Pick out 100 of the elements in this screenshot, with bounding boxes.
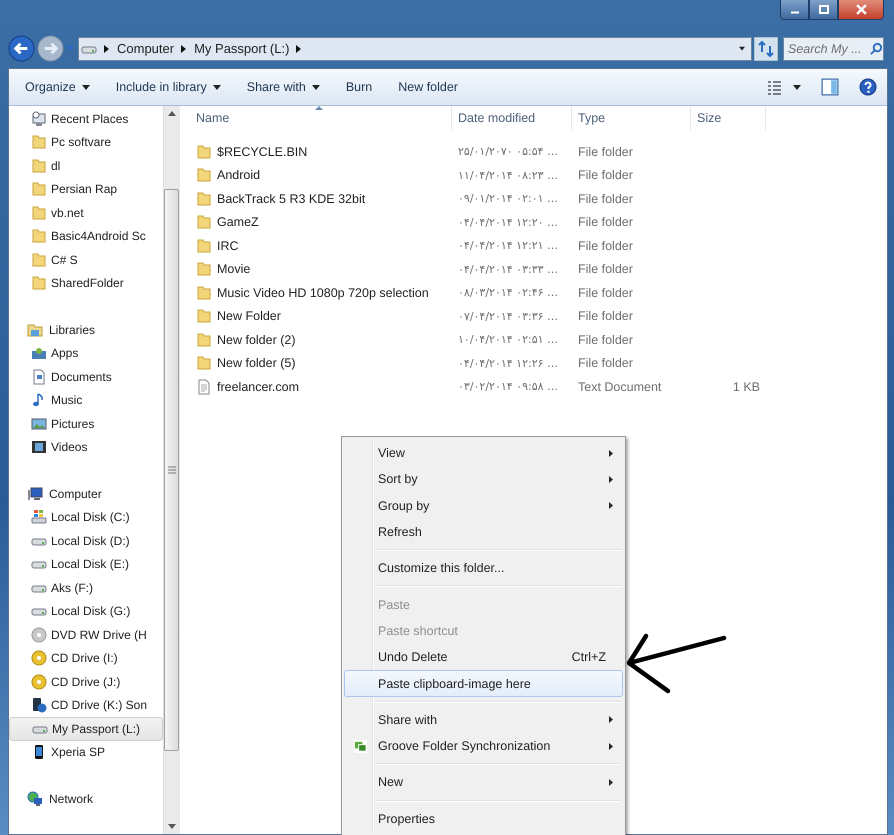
sidebar-item[interactable]: Aks (F:)	[9, 576, 163, 600]
menu-item[interactable]: Share with	[344, 706, 623, 733]
sync-icon	[354, 740, 367, 753]
sidebar-item[interactable]: CD Drive (K:) Son	[9, 694, 163, 717]
menu-item[interactable]: Refresh	[344, 518, 623, 546]
breadcrumb[interactable]: My Passport (L:)	[194, 41, 290, 56]
chevron-icon[interactable]	[104, 44, 110, 52]
document-icon	[31, 368, 47, 385]
toolbar-button[interactable]: Organize	[17, 76, 98, 98]
sidebar-item[interactable]: Videos	[9, 436, 163, 459]
folder-icon	[31, 228, 47, 244]
date-cell: ۰۴/۰۴/۲۰۱۴ ۰۳:۳۳ …	[458, 262, 558, 276]
toolbar-button[interactable]: Share with	[238, 76, 328, 98]
search-field[interactable]: Search My ...	[783, 36, 884, 60]
caret-icon	[212, 84, 221, 90]
file-name[interactable]: freelancer.com	[217, 380, 299, 394]
menu-item[interactable]: Customize this folder...	[344, 555, 623, 582]
forward-button[interactable]	[37, 35, 64, 62]
file-name[interactable]: New Folder	[217, 309, 281, 324]
column-header[interactable]: Date modified	[452, 106, 572, 130]
sidebar-item[interactable]: SharedFolder	[9, 272, 163, 295]
sidebar-item[interactable]: Apps	[9, 342, 163, 365]
view-options-icon[interactable]	[767, 79, 801, 95]
file-name[interactable]: New folder (2)	[217, 332, 296, 347]
menu-item[interactable]: View	[344, 440, 623, 466]
sidebar-item[interactable]: dl	[9, 154, 163, 178]
chevron-icon[interactable]	[181, 44, 188, 52]
help-icon[interactable]	[859, 78, 877, 96]
sidebar-item[interactable]: My Passport (L:)	[9, 717, 163, 740]
minimize-button[interactable]	[780, 0, 809, 20]
address-bar[interactable]: Computer My Passport (L:)	[78, 36, 752, 60]
chevron-icon[interactable]	[296, 44, 302, 52]
sidebar-item[interactable]: Network	[9, 787, 163, 810]
toolbar-button[interactable]: Burn	[338, 76, 380, 98]
file-name[interactable]: $RECYCLE.BIN	[217, 144, 308, 159]
sidebar-item[interactable]: Documents	[9, 365, 163, 388]
refresh-button[interactable]	[754, 36, 778, 60]
file-name[interactable]: Android	[217, 168, 260, 182]
column-header[interactable]: Type	[572, 106, 691, 130]
back-button[interactable]	[8, 35, 35, 62]
menu-item[interactable]: Paste clipboard-image here	[344, 670, 623, 697]
sidebar-item[interactable]: Local Disk (G:)	[9, 600, 163, 623]
folder-icon	[31, 204, 47, 221]
sidebar-item[interactable]: vb.net	[9, 201, 163, 224]
type-cell: File folder	[578, 356, 633, 370]
file-name[interactable]: BackTrack 5 R3 KDE 32bit	[217, 192, 366, 206]
file-name[interactable]: Movie	[217, 262, 250, 276]
menu-item[interactable]: Groove Folder Synchronization	[344, 732, 623, 760]
close-icon	[856, 4, 866, 15]
apps-icon	[31, 345, 47, 362]
sidebar-item[interactable]: Libraries	[9, 318, 163, 342]
date-cell: ۲۵/۰۱/۲۰۷۰ ۰۵:۵۴ …	[458, 145, 558, 158]
submenu-arrow-icon	[609, 476, 613, 483]
sidebar-item[interactable]: Recent Places	[9, 107, 163, 130]
date-cell: ۰۴/۰۴/۲۰۱۴ ۱۲:۲۰ …	[458, 216, 558, 229]
sidebar-item[interactable]: C# S	[9, 248, 163, 272]
sidebar-item[interactable]: Basic4Android Sc	[9, 224, 163, 248]
preview-pane-icon[interactable]	[821, 78, 839, 96]
toolbar-button[interactable]: Include in library	[108, 76, 229, 98]
sidebar-item[interactable]: Pictures	[9, 412, 163, 436]
close-button[interactable]	[838, 0, 884, 20]
caret-icon	[312, 84, 320, 90]
date-cell: ۰۴/۰۴/۲۰۱۴ ۱۲:۲۶ …	[458, 356, 558, 370]
sidebar-item[interactable]: Music	[9, 388, 163, 412]
menu-item[interactable]: Group by	[344, 492, 623, 519]
sidebar-item[interactable]: Local Disk (D:)	[9, 529, 163, 552]
scroll-up-icon	[168, 111, 176, 116]
sidebar-item[interactable]: Computer	[9, 482, 163, 506]
menu-item[interactable]: Sort by	[344, 466, 623, 493]
submenu-arrow-icon	[609, 778, 613, 786]
scrollbar[interactable]	[163, 106, 179, 834]
file-name[interactable]: IRC	[217, 238, 239, 253]
submenu-arrow-icon	[609, 716, 613, 724]
column-header[interactable]: Name	[190, 106, 452, 130]
toolbar-button[interactable]: New folder	[390, 76, 466, 98]
sidebar-item[interactable]: Pc softvare	[9, 130, 163, 154]
disc-icon	[31, 650, 47, 666]
sidebar-item[interactable]: CD Drive (J:)	[9, 670, 163, 694]
column-header[interactable]: Size	[691, 106, 766, 130]
sidebar-item[interactable]: Local Disk (E:)	[9, 552, 163, 576]
submenu-arrow-icon	[609, 450, 613, 457]
maximize-button[interactable]	[809, 0, 838, 20]
menu-item[interactable]: Properties	[344, 806, 623, 832]
caret-icon[interactable]	[739, 44, 745, 52]
file-name[interactable]: GameZ	[217, 215, 259, 230]
sidebar-item[interactable]: DVD RW Drive (H	[9, 623, 163, 646]
menu-item[interactable]: Undo Delete Ctrl+Z	[344, 644, 623, 670]
sidebar-item[interactable]: Xperia SP	[9, 740, 163, 764]
breadcrumb[interactable]: Computer	[117, 41, 174, 56]
date-cell: ۰۸/۰۳/۲۰۱۴ ۰۲:۴۶ …	[458, 286, 558, 300]
sidebar-item[interactable]: Local Disk (C:)	[9, 506, 163, 529]
caret-icon	[82, 84, 90, 90]
computer-icon	[27, 486, 43, 502]
file-name[interactable]: New folder (5)	[217, 356, 296, 370]
menu-item[interactable]: New	[344, 769, 623, 796]
sidebar-item[interactable]: Persian Rap	[9, 178, 163, 201]
disc-icon	[31, 674, 47, 690]
recent-places-icon	[31, 110, 47, 127]
sidebar-item[interactable]: CD Drive (I:)	[9, 646, 163, 670]
file-name[interactable]: Music Video HD 1080p 720p selection	[217, 286, 429, 300]
